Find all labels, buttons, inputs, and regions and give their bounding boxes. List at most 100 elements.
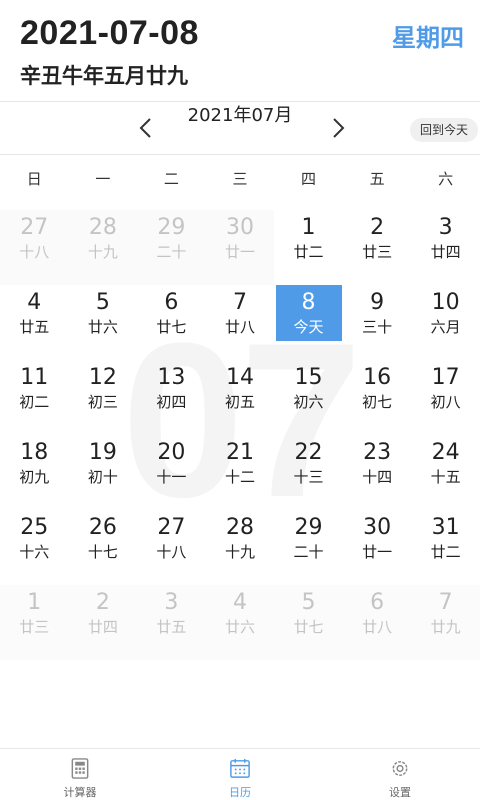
day-cell[interactable]: 25 十六	[0, 510, 69, 585]
day-number: 16	[363, 365, 392, 390]
day-cell[interactable]: 26 十七	[69, 510, 138, 585]
day-lunar: 廿七	[293, 618, 324, 636]
day-cell[interactable]: 6 廿八	[343, 585, 412, 660]
day-cell[interactable]: 15 初六	[274, 360, 343, 435]
date-header: 2021-07-08 辛丑牛年五月廿九 星期四	[0, 0, 480, 100]
day-number: 17	[431, 365, 460, 390]
day-number: 1	[301, 215, 316, 240]
day-cell[interactable]: 2 廿三	[343, 210, 412, 285]
day-lunar: 廿一	[362, 543, 393, 561]
day-lunar: 廿四	[430, 243, 461, 261]
day-lunar: 十二	[224, 468, 255, 486]
month-navigation: 2021年07月 回到今天	[0, 102, 480, 154]
day-lunar: 初七	[362, 393, 393, 411]
weekday-label-thu: 四	[301, 170, 317, 188]
day-number: 6	[370, 590, 385, 615]
day-lunar: 廿九	[430, 618, 461, 636]
day-number: 14	[225, 365, 254, 390]
day-cell[interactable]: 24 十五	[411, 435, 480, 510]
day-number: 20	[157, 440, 186, 465]
tab-label-calculator: 计算器	[63, 786, 97, 799]
tab-calculator[interactable]: 计算器	[0, 749, 160, 800]
day-number: 31	[431, 515, 460, 540]
day-cell[interactable]: 14 初五	[206, 360, 275, 435]
day-lunar: 廿四	[87, 618, 118, 636]
day-cell[interactable]: 3 廿五	[137, 585, 206, 660]
day-lunar: 初二	[19, 393, 50, 411]
weekday-label-mon: 一	[95, 170, 111, 188]
prev-month-button[interactable]	[132, 114, 160, 142]
day-number: 27	[20, 215, 49, 240]
day-cell-today[interactable]: 8 今天	[274, 285, 343, 360]
tab-settings[interactable]: 设置	[320, 749, 480, 800]
tab-calendar[interactable]: 日历	[160, 749, 320, 800]
day-cell[interactable]: 22 十三	[274, 435, 343, 510]
day-cell[interactable]: 10 六月	[411, 285, 480, 360]
day-lunar: 廿六	[224, 618, 255, 636]
day-number: 5	[95, 290, 110, 315]
day-cell[interactable]: 7 廿八	[206, 285, 275, 360]
calendar-app: 2021-07-08 辛丑牛年五月廿九 星期四 2021年07月 回到今天 日 …	[0, 0, 480, 800]
day-cell[interactable]: 27 十八	[0, 210, 69, 285]
day-number: 26	[88, 515, 117, 540]
day-cell[interactable]: 4 廿六	[206, 585, 275, 660]
bottom-tab-bar: 计算器 日历 设置	[0, 748, 480, 800]
day-number: 5	[301, 590, 316, 615]
day-cell[interactable]: 2 廿四	[69, 585, 138, 660]
day-number: 10	[431, 290, 460, 315]
day-number: 24	[431, 440, 460, 465]
month-title: 2021年07月	[187, 105, 293, 126]
day-cell[interactable]: 28 十九	[68, 210, 138, 285]
day-cell[interactable]: 4 廿五	[0, 285, 69, 360]
day-cell[interactable]: 17 初八	[411, 360, 480, 435]
day-cell[interactable]: 18 初九	[0, 435, 69, 510]
day-number: 6	[164, 290, 179, 315]
day-number: 2	[95, 590, 110, 615]
day-cell[interactable]: 13 初四	[137, 360, 206, 435]
day-cell[interactable]: 6 廿七	[137, 285, 206, 360]
day-lunar: 廿三	[19, 618, 50, 636]
day-number: 3	[164, 590, 179, 615]
day-cell[interactable]: 27 十八	[137, 510, 206, 585]
day-cell[interactable]: 28 十九	[206, 510, 275, 585]
day-cell[interactable]: 31 廿二	[411, 510, 480, 585]
day-cell[interactable]: 21 十二	[206, 435, 275, 510]
day-cell[interactable]: 1 廿三	[0, 585, 69, 660]
day-lunar: 初六	[293, 393, 324, 411]
day-number: 1	[27, 590, 42, 615]
day-lunar: 廿五	[19, 318, 50, 336]
day-lunar: 廿八	[224, 318, 255, 336]
day-cell[interactable]: 5 廿六	[69, 285, 138, 360]
day-cell[interactable]: 11 初二	[0, 360, 69, 435]
weekday-label-tue: 二	[163, 170, 179, 188]
day-cell[interactable]: 16 初七	[343, 360, 412, 435]
chevron-right-icon	[333, 118, 345, 138]
day-cell[interactable]: 30 廿一	[343, 510, 412, 585]
day-lunar: 廿八	[362, 618, 393, 636]
day-number: 30	[225, 215, 254, 240]
current-date: 2021-07-08	[20, 14, 199, 52]
day-cell[interactable]: 20 十一	[137, 435, 206, 510]
day-number: 18	[20, 440, 49, 465]
day-cell[interactable]: 5 廿七	[274, 585, 343, 660]
day-cell[interactable]: 19 初十	[69, 435, 138, 510]
day-cell[interactable]: 29 二十	[137, 210, 206, 285]
tab-label-calendar: 日历	[229, 786, 251, 799]
day-lunar: 十三	[293, 468, 324, 486]
back-to-today-button[interactable]: 回到今天	[409, 118, 478, 142]
day-cell[interactable]: 29 二十	[274, 510, 343, 585]
day-cell[interactable]: 7 廿九	[411, 585, 480, 660]
day-cell[interactable]: 12 初三	[69, 360, 138, 435]
day-number: 15	[294, 365, 323, 390]
day-cell[interactable]: 3 廿四	[411, 210, 480, 285]
day-lunar: 廿六	[87, 318, 118, 336]
day-cell[interactable]: 23 十四	[343, 435, 412, 510]
day-number: 11	[20, 365, 49, 390]
day-cell[interactable]: 1 廿二	[274, 210, 343, 285]
day-lunar: 十六	[19, 543, 50, 561]
day-lunar: 廿三	[362, 243, 393, 261]
next-month-button[interactable]	[324, 114, 352, 142]
day-cell[interactable]: 9 三十	[343, 285, 412, 360]
day-lunar: 十九	[87, 243, 118, 261]
day-cell[interactable]: 30 廿一	[205, 210, 275, 285]
